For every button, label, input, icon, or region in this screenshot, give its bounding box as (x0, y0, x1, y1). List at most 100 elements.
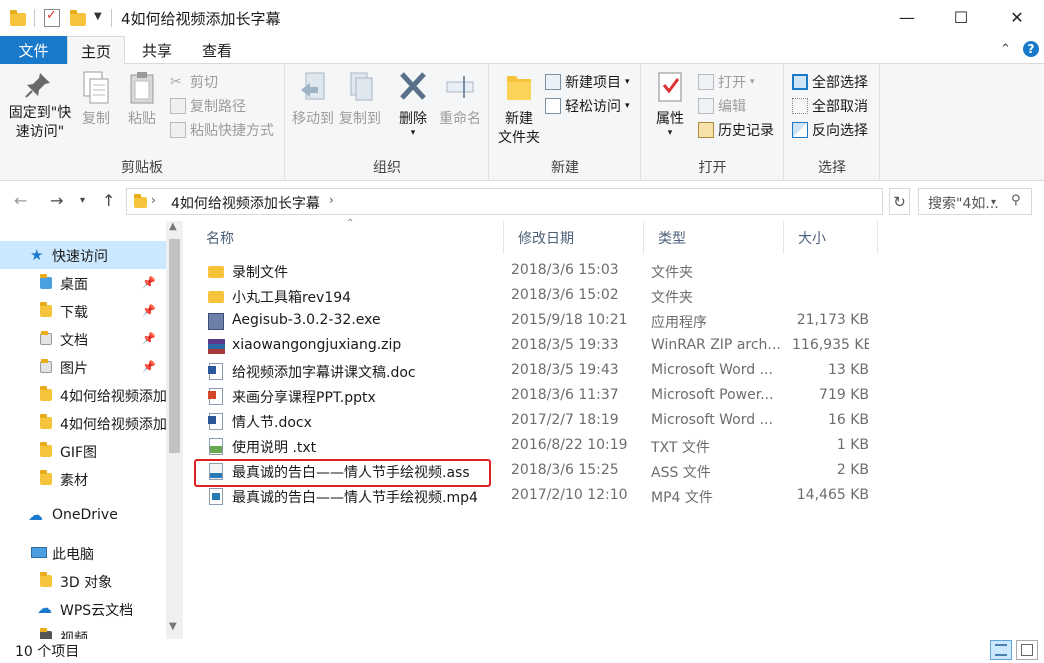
column-label: 修改日期 (518, 230, 574, 247)
file-row[interactable]: 来画分享课程PPT.pptx 2018/3/6 11:37 Microsoft Po… (192, 384, 1044, 409)
edit-button[interactable]: 编辑 (698, 96, 746, 116)
rename-button[interactable]: 重命名 (436, 70, 484, 129)
large-icons-view-button[interactable] (1016, 640, 1038, 660)
column-header-type[interactable]: 类型 (644, 221, 784, 254)
history-button[interactable]: 历史记录 (698, 120, 774, 140)
new-folder-button[interactable]: 新建 文件夹 (494, 70, 544, 148)
nav-videos[interactable]: 视频 (0, 623, 166, 639)
tab-view[interactable]: 查看 (188, 36, 246, 64)
paste-shortcut-button[interactable]: 粘贴快捷方式 (170, 120, 274, 140)
file-name: xiaowangongjuxiang.zip (232, 337, 402, 353)
delete-button[interactable]: 删除 ▾ (391, 70, 435, 138)
paste-button[interactable]: 粘贴 (122, 70, 162, 129)
scrollbar-thumb[interactable] (169, 239, 180, 453)
tab-share[interactable]: 共享 (128, 36, 186, 64)
chevron-right-icon[interactable]: › (151, 193, 156, 207)
address-bar[interactable]: › 4如何给视频添加长字幕 › ▾ (126, 188, 996, 215)
nav-item-downloads[interactable]: 下载 📌 (0, 297, 166, 325)
delete-label: 删除 (399, 111, 427, 127)
copy-to-button[interactable]: 复制到 (337, 70, 383, 129)
file-row[interactable]: Aegisub-3.0.2-32.exe 2015/9/18 10:21 应用程序 2… (192, 309, 1044, 334)
easy-access-label: 轻松访问 (565, 99, 621, 115)
pin-icon[interactable]: 📌 (142, 360, 156, 373)
nav-scrollbar[interactable]: ▲ ▼ (166, 221, 183, 639)
details-view-button[interactable] (990, 640, 1012, 660)
properties-quick-icon[interactable] (44, 8, 60, 27)
copy-path-button[interactable]: 复制路径 (170, 96, 246, 116)
scroll-up-icon[interactable]: ▲ (169, 221, 177, 232)
new-folder-quick-icon[interactable] (70, 10, 86, 26)
file-row[interactable]: 小丸工具箱rev194 2018/3/6 15:02 文件夹 (192, 284, 1044, 309)
chevron-right-icon[interactable]: › (329, 193, 334, 207)
scroll-down-icon[interactable]: ▼ (169, 621, 177, 632)
new-group-label: 新建 (551, 160, 579, 176)
file-date: 2018/3/6 15:03 (511, 262, 619, 278)
new-item-button[interactable]: 新建项目 ▾ (545, 72, 630, 92)
file-row[interactable]: 给视频添加字幕讲课文稿.doc 2018/3/5 19:43 Microsoft W… (192, 359, 1044, 384)
column-header-name[interactable]: ⌃ 名称 (192, 218, 504, 254)
open-label: 打开 (718, 75, 746, 91)
recent-locations-icon[interactable]: ▾ (80, 195, 85, 206)
column-header-size[interactable]: 大小 (784, 221, 878, 254)
refresh-button[interactable]: ↻ (889, 188, 910, 215)
select-none-button[interactable]: 全部取消 (792, 96, 868, 116)
nav-item-gif[interactable]: GIF图 (0, 437, 166, 465)
file-date: 2017/2/10 12:10 (511, 487, 628, 503)
pin-to-quick-access-button[interactable]: 固定到"快速访问" (4, 70, 72, 142)
back-arrow-icon[interactable]: ← (14, 191, 27, 210)
customize-toolbar-icon[interactable]: ▼ (94, 11, 102, 22)
file-row[interactable]: xiaowangongjuxiang.zip 2018/3/5 19:33 WinR… (192, 334, 1044, 359)
nav-item-desktop[interactable]: 桌面 📌 (0, 269, 166, 297)
pin-icon[interactable]: 📌 (142, 332, 156, 345)
forward-arrow-icon[interactable]: → (50, 191, 63, 210)
nav-item-folder-2[interactable]: 4如何给视频添加 (0, 409, 167, 437)
select-all-button[interactable]: 全部选择 (792, 72, 868, 92)
help-icon[interactable]: ? (1023, 41, 1039, 57)
copy-button[interactable]: 复制 (76, 70, 116, 129)
search-icon[interactable]: ⚲ (1011, 193, 1021, 208)
collapse-ribbon-icon[interactable]: ⌃ (1000, 42, 1011, 57)
close-button[interactable]: ✕ (988, 0, 1044, 34)
delete-x-icon (400, 72, 426, 100)
nav-3d-objects[interactable]: 3D 对象 (0, 567, 166, 595)
nav-label: 下载 (60, 305, 88, 321)
delete-dropdown-icon[interactable]: ▾ (391, 129, 435, 138)
title-bar: ▼ 4如何给视频添加长字幕 — ☐ ✕ (0, 0, 1044, 36)
up-arrow-icon[interactable]: ↑ (102, 191, 115, 210)
cloud-icon: ☁ (28, 506, 43, 524)
nav-item-materials[interactable]: 素材 (0, 465, 166, 493)
maximize-button[interactable]: ☐ (932, 0, 990, 34)
nav-label: 图片 (60, 361, 88, 377)
search-box[interactable]: 搜索"4如... ⚲ (918, 188, 1032, 215)
properties-button[interactable]: 属性 ▾ (650, 70, 690, 138)
nav-item-pictures[interactable]: 图片 📌 (0, 353, 166, 381)
nav-item-folder-1[interactable]: 4如何给视频添加 (0, 381, 167, 409)
folder-icon (208, 263, 224, 280)
pin-icon[interactable]: 📌 (142, 304, 156, 317)
nav-wps-cloud[interactable]: ☁ WPS云文档 (0, 595, 166, 623)
nav-item-documents[interactable]: 文档 📌 (0, 325, 166, 353)
file-row[interactable]: 最真诚的告白——情人节手绘视频.mp4 2017/2/10 12:10 MP4 文件… (192, 484, 1044, 509)
folder-icon (40, 414, 52, 429)
nav-onedrive[interactable]: ☁ OneDrive (0, 502, 166, 530)
easy-access-button[interactable]: 轻松访问 ▾ (545, 96, 630, 116)
nav-quick-access[interactable]: ★ 快速访问 (0, 241, 166, 269)
nav-this-pc[interactable]: 此电脑 (0, 539, 166, 567)
file-row[interactable]: 情人节.docx 2017/2/7 18:19 Microsoft Word ...… (192, 409, 1044, 434)
tab-file[interactable]: 文件 (0, 36, 67, 64)
move-to-button[interactable]: 移动到 (290, 70, 336, 129)
pin-icon[interactable]: 📌 (142, 276, 156, 289)
navigation-pane: ★ 快速访问 桌面 📌 下载 📌 文档 📌 图片 📌 4如何给视频添加 4如何给… (0, 221, 183, 639)
address-path[interactable]: 4如何给视频添加长字幕 (171, 193, 320, 213)
file-row[interactable]: 录制文件 2018/3/6 15:03 文件夹 (192, 259, 1044, 284)
column-header-date[interactable]: 修改日期 (504, 221, 644, 254)
tab-home[interactable]: 主页 (67, 36, 125, 65)
minimize-button[interactable]: — (878, 0, 936, 34)
properties-dropdown-icon[interactable]: ▾ (650, 129, 690, 138)
status-bar: 10 个项目 (0, 639, 1044, 663)
cut-button[interactable]: ✂ 剪切 (170, 72, 218, 92)
open-button[interactable]: 打开 ▾ (698, 72, 755, 92)
invert-selection-button[interactable]: 反向选择 (792, 120, 868, 140)
file-row[interactable]: 使用说明 .txt 2016/8/22 10:19 TXT 文件 1 KB (192, 434, 1044, 459)
desktop-folder-icon (40, 274, 52, 289)
